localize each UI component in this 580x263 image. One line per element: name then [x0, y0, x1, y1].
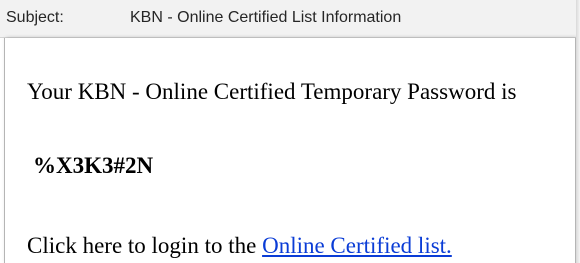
subject-header: Subject: KBN - Online Certified List Inf…	[0, 0, 576, 38]
online-certified-list-link[interactable]: Online Certified list.	[262, 233, 452, 258]
subject-label: Subject:	[6, 9, 64, 26]
email-window: Subject: KBN - Online Certified List Inf…	[0, 0, 580, 263]
message-body: Your KBN - Online Certified Temporary Pa…	[4, 38, 576, 263]
login-sentence: Click here to login to the Online Certif…	[27, 233, 452, 259]
window-edge	[576, 0, 580, 263]
login-prefix-text: Click here to login to the	[27, 233, 263, 258]
subject-value: KBN - Online Certified List Information	[130, 9, 402, 26]
password-intro-text: Your KBN - Online Certified Temporary Pa…	[27, 79, 517, 104]
temporary-password: %X3K3#2N	[33, 153, 154, 178]
